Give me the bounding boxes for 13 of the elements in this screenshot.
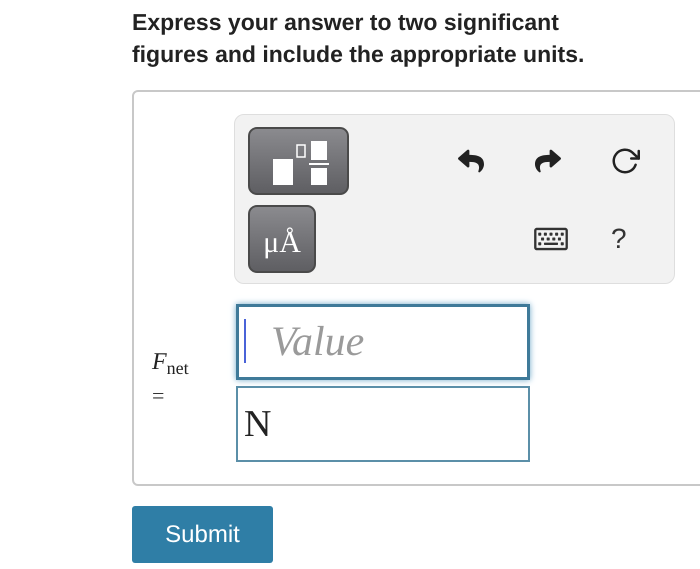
- value-field[interactable]: Value: [236, 304, 530, 380]
- redo-icon[interactable]: [535, 148, 561, 174]
- text-cursor: [244, 319, 246, 363]
- help-button[interactable]: ?: [611, 218, 627, 260]
- equals-sign: =: [152, 382, 166, 410]
- templates-button[interactable]: [248, 127, 349, 195]
- submit-button[interactable]: Submit: [132, 506, 273, 563]
- units-button[interactable]: μÅ: [248, 205, 316, 273]
- units-field[interactable]: N: [236, 386, 530, 462]
- variable-label: F$_{net}$: [152, 348, 190, 376]
- undo-icon[interactable]: [458, 148, 484, 174]
- reset-icon[interactable]: [610, 146, 640, 176]
- instruction-text: Express your answer to two significant figures and include the appropriate units.: [132, 8, 586, 69]
